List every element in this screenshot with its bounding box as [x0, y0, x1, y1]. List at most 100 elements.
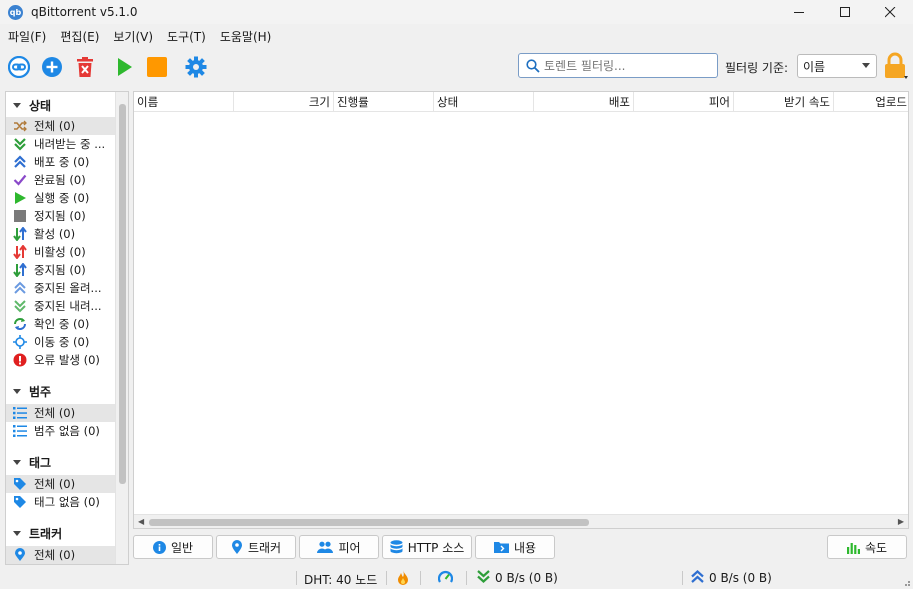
- tab-http-sources[interactable]: HTTP 소스: [382, 535, 472, 559]
- status-item-running[interactable]: 실행 중 (0): [6, 189, 116, 207]
- column-header-up-speed[interactable]: 업로드: [834, 92, 908, 112]
- column-header-peers[interactable]: 피어: [634, 92, 734, 112]
- tab-content[interactable]: 내용: [475, 535, 555, 559]
- double-chevron-down-icon: [13, 299, 27, 313]
- column-header-down-speed[interactable]: 받기 속도: [734, 92, 834, 112]
- status-divider: [466, 571, 467, 585]
- status-section-header[interactable]: 상태: [6, 95, 51, 115]
- filter-select[interactable]: 이름: [797, 54, 877, 78]
- status-item-stalled-uploading[interactable]: 중지된 올려...: [6, 279, 116, 297]
- column-header-size[interactable]: 크기: [234, 92, 334, 112]
- app-icon: qb: [8, 4, 23, 20]
- table-header: 이름 크기 진행률 상태 배포 피어 받기 속도 업로드: [134, 92, 908, 112]
- list-icon: [13, 424, 27, 438]
- minimize-button[interactable]: [776, 0, 822, 24]
- active-transfer-icon: [13, 227, 27, 241]
- database-icon: [390, 540, 403, 554]
- status-item-seeding[interactable]: 배포 중 (0): [6, 153, 116, 171]
- menu-help[interactable]: 도움말(H): [214, 28, 278, 45]
- status-divider: [682, 571, 683, 585]
- sidebar-scrollbar[interactable]: [115, 92, 128, 564]
- maximize-button[interactable]: [822, 0, 868, 24]
- chevron-down-icon: [862, 63, 870, 68]
- status-item-stalled-downloading[interactable]: 중지된 내려...: [6, 297, 116, 315]
- status-item-all[interactable]: 전체 (0): [6, 117, 116, 135]
- list-icon: [13, 406, 27, 420]
- status-item-checking[interactable]: 확인 중 (0): [6, 315, 116, 333]
- sidebar-scrollbar-thumb[interactable]: [119, 104, 126, 484]
- tracker-item-all[interactable]: 전체 (0): [6, 546, 116, 564]
- double-chevron-up-icon: [13, 155, 27, 169]
- refresh-icon: [13, 317, 27, 331]
- stop-button[interactable]: [143, 53, 171, 81]
- menu-bar: 파일(F) 편집(E) 보기(V) 도구(T) 도움말(H): [0, 26, 913, 46]
- app-window: qb qBittorrent v5.1.0 파일(F) 편집(E) 보기(V) …: [0, 0, 913, 589]
- folder-icon: [493, 542, 509, 553]
- category-item-uncategorized[interactable]: 범주 없음 (0): [6, 422, 116, 440]
- category-item-all[interactable]: 전체 (0): [6, 404, 116, 422]
- close-button[interactable]: [867, 0, 913, 24]
- menu-file[interactable]: 파일(F): [2, 28, 52, 45]
- link-icon: [8, 56, 30, 78]
- tab-peers[interactable]: 피어: [299, 535, 379, 559]
- search-icon: [526, 58, 540, 73]
- tab-trackers[interactable]: 트래커: [216, 535, 296, 559]
- window-title: qBittorrent v5.1.0: [31, 5, 138, 19]
- double-chevron-up-icon: [13, 281, 27, 295]
- table-horizontal-scrollbar[interactable]: ◀ ▶: [134, 514, 908, 528]
- status-item-errored[interactable]: 오류 발생 (0): [6, 351, 116, 369]
- download-speed-icon: [477, 570, 490, 586]
- search-box[interactable]: [518, 53, 718, 78]
- search-input[interactable]: [544, 58, 714, 73]
- torrent-table: 이름 크기 진행률 상태 배포 피어 받기 속도 업로드 ◀ ▶: [133, 91, 909, 529]
- map-pin-icon: [231, 540, 242, 554]
- tag-icon: [13, 495, 27, 509]
- status-item-active[interactable]: 활성 (0): [6, 225, 116, 243]
- status-divider: [386, 571, 387, 585]
- lock-button[interactable]: [883, 52, 909, 80]
- stop-icon: [13, 209, 27, 223]
- speed-limit-icon[interactable]: [437, 570, 454, 588]
- resize-grip-icon[interactable]: [902, 576, 911, 589]
- status-item-downloading[interactable]: 내려받는 중 ...: [6, 135, 116, 153]
- status-item-moving[interactable]: 이동 중 (0): [6, 333, 116, 351]
- tag-item-untagged[interactable]: 태그 없음 (0): [6, 493, 116, 511]
- tab-speed[interactable]: 속도: [827, 535, 907, 559]
- column-header-progress[interactable]: 진행률: [334, 92, 434, 112]
- scroll-right-icon[interactable]: ▶: [898, 517, 904, 526]
- start-button[interactable]: [110, 53, 138, 81]
- play-icon: [13, 191, 27, 205]
- tag-item-all[interactable]: 전체 (0): [6, 475, 116, 493]
- filter-label: 필터링 기준:: [725, 61, 789, 75]
- add-torrent-button[interactable]: [38, 53, 66, 81]
- menu-edit[interactable]: 편집(E): [54, 28, 105, 45]
- flame-icon[interactable]: [397, 570, 409, 588]
- tracker-section-header[interactable]: 트래커: [6, 523, 62, 543]
- category-section-header[interactable]: 범주: [6, 381, 51, 401]
- scroll-left-icon[interactable]: ◀: [138, 517, 144, 526]
- column-header-status[interactable]: 상태: [434, 92, 534, 112]
- info-icon: [152, 540, 166, 554]
- status-header-label: 상태: [29, 98, 52, 113]
- close-icon: [884, 6, 895, 17]
- table-scrollbar-thumb[interactable]: [149, 519, 589, 526]
- status-item-inactive[interactable]: 비활성 (0): [6, 243, 116, 261]
- error-icon: [13, 353, 27, 367]
- status-item-completed[interactable]: 완료됨 (0): [6, 171, 116, 189]
- double-chevron-down-icon: [13, 137, 27, 151]
- delete-button[interactable]: [71, 53, 99, 81]
- tab-general[interactable]: 일반: [133, 535, 213, 559]
- tag-icon: [13, 477, 27, 491]
- add-link-button[interactable]: [5, 53, 33, 81]
- add-icon: [42, 57, 62, 77]
- column-header-name[interactable]: 이름: [134, 92, 234, 112]
- settings-button[interactable]: [182, 53, 210, 81]
- column-header-seeds[interactable]: 배포: [534, 92, 634, 112]
- checkmark-icon: [13, 173, 27, 187]
- status-item-stopped[interactable]: 정지됨 (0): [6, 207, 116, 225]
- menu-tools[interactable]: 도구(T): [161, 28, 212, 45]
- tag-section-header[interactable]: 태그: [6, 452, 51, 472]
- delete-icon: [77, 57, 93, 77]
- menu-view[interactable]: 보기(V): [107, 28, 159, 45]
- status-item-stalled[interactable]: 중지됨 (0): [6, 261, 116, 279]
